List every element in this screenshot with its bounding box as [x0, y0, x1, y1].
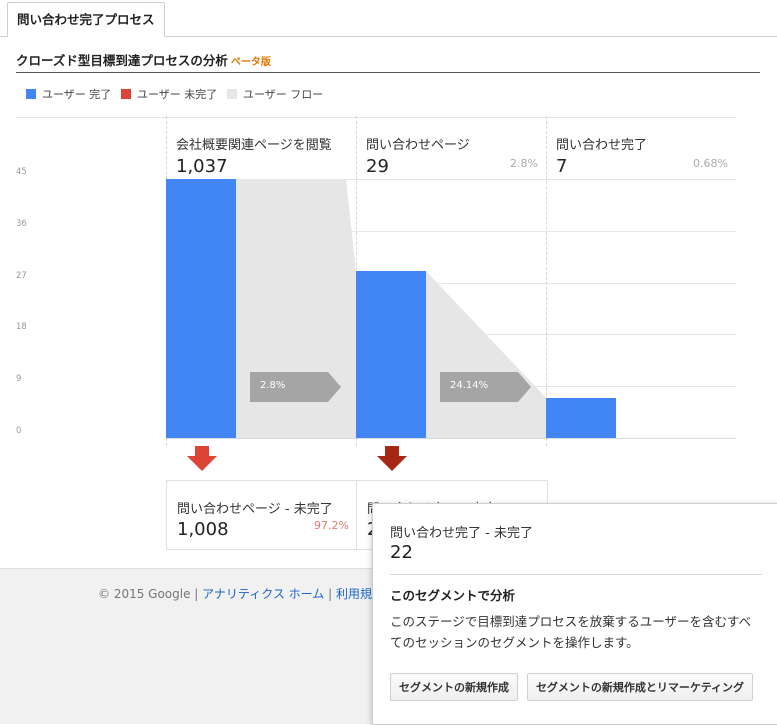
y-tick-label: 9: [16, 374, 22, 385]
legend-item-flow: ユーザー フロー: [227, 86, 323, 102]
conversion-arrow-1: 2.8%: [250, 372, 342, 402]
step-value-1: 1,037: [176, 156, 228, 177]
section-title: クローズド型目標到達プロセスの分析 ベータ版: [16, 50, 271, 69]
popup-heading: このセグメントで分析: [390, 588, 516, 603]
legend-label-completed: ユーザー 完了: [42, 88, 112, 101]
exit-arrow-2: [377, 446, 407, 471]
bar-step-2[interactable]: [356, 271, 426, 438]
analytics-home-link[interactable]: アナリティクス ホーム: [202, 587, 324, 601]
legend-swatch-completed: [26, 89, 36, 99]
y-tick-label: 45: [16, 167, 27, 177]
exit-box-1[interactable]: 問い合わせページ - 未完了 1,008 97.2%: [166, 480, 358, 550]
step-percent-2: 2.8%: [510, 157, 538, 170]
popup-title: 問い合わせ完了 - 未完了: [390, 526, 533, 541]
exit-arrow-1: [187, 446, 217, 471]
step-name-1: 会社概要関連ページを閲覧: [176, 138, 332, 153]
y-tick-label: 18: [16, 322, 27, 333]
legend-item-abandoned: ユーザー 未完了: [121, 86, 217, 102]
gridline: [166, 230, 736, 232]
bar-step-1[interactable]: [166, 179, 236, 438]
gridline: [166, 438, 736, 439]
tab-funnel[interactable]: 問い合わせ完了プロセス: [7, 2, 165, 37]
create-segment-button[interactable]: セグメントの新規作成: [390, 673, 518, 701]
gridline: [166, 282, 736, 284]
step-value-2: 29: [366, 156, 389, 177]
legend-swatch-flow: [227, 89, 237, 99]
conversion-rate-2: 24.14%: [450, 380, 489, 391]
conversion-rate-1: 2.8%: [260, 380, 286, 391]
conversion-arrow-2: 24.14%: [440, 372, 532, 402]
beta-badge: ベータ版: [230, 57, 271, 68]
legend-item-completed: ユーザー 完了: [26, 86, 111, 102]
segment-popup: 問い合わせ完了 - 未完了 22 このセグメントで分析 このステージで目標到達プ…: [372, 503, 777, 725]
copyright: © 2015 Google |: [98, 587, 199, 601]
footer-separator: |: [328, 587, 333, 601]
section-title-text: クローズド型目標到達プロセスの分析: [16, 53, 228, 68]
popup-value: 22: [390, 542, 413, 563]
create-segment-remarketing-button[interactable]: セグメントの新規作成とリマーケティング: [527, 673, 753, 701]
popup-divider: [390, 574, 762, 575]
y-tick-label: 27: [16, 270, 27, 281]
funnel-chart: 0 9 18 27 36 45 会社概要関連ページを閲覧 1,037 問い合わせページ 2…: [16, 116, 736, 471]
step-value-3: 7: [556, 156, 568, 177]
step-percent-3: 0.68%: [693, 157, 728, 170]
step-name-3: 問い合わせ完了: [556, 138, 648, 153]
column-separator: [546, 116, 547, 446]
legend-label-abandoned: ユーザー 未完了: [137, 88, 218, 101]
gridline: [166, 334, 736, 336]
legend-label-flow: ユーザー フロー: [243, 88, 324, 101]
bar-step-3[interactable]: [546, 397, 616, 438]
legend-swatch-abandoned: [121, 89, 131, 99]
popup-description: このステージで目標到達プロセスを放棄するユーザーを含むすべてのセッションのセグメ…: [390, 614, 752, 650]
title-divider: [16, 72, 760, 73]
exit-percent-1: 97.2%: [314, 519, 349, 532]
step-name-2: 問い合わせページ: [366, 138, 470, 153]
exit-name-1: 問い合わせページ - 未完了: [177, 502, 333, 517]
gridline: [166, 179, 736, 180]
footer-text: © 2015 Google | アナリティクス ホーム | 利用規: [98, 585, 372, 602]
y-tick-label: 0: [16, 426, 22, 436]
y-tick-label: 36: [16, 218, 27, 229]
terms-link[interactable]: 利用規: [336, 587, 372, 601]
exit-value-1: 1,008: [177, 519, 229, 540]
